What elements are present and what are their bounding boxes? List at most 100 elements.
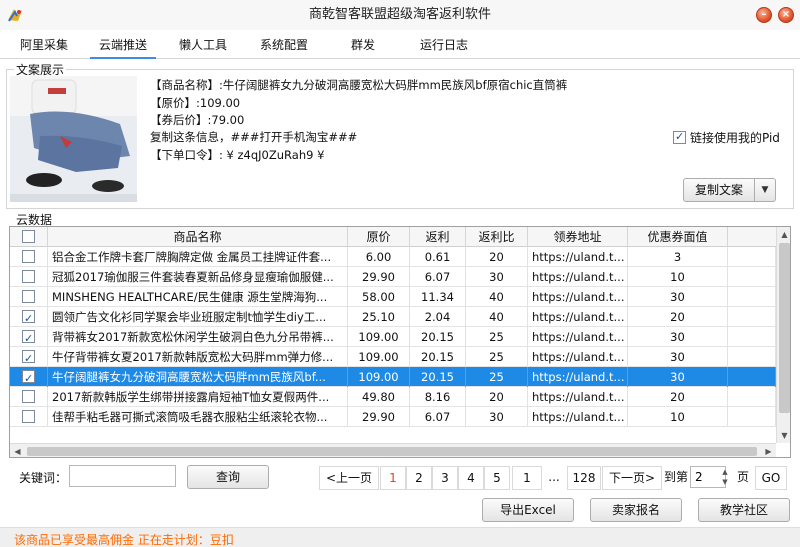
table-row[interactable]: 牛仔阔腿裤女九分破洞高腰宽松大码胖mm民族风bf...109.0020.1525…	[10, 367, 776, 387]
scroll-up-icon[interactable]: ▲	[777, 227, 790, 242]
go-button[interactable]: GO	[755, 466, 787, 490]
scroll-right-icon[interactable]: ▶	[761, 444, 776, 457]
cell-rebate-ratio: 20	[466, 387, 528, 407]
row-select-cell	[10, 367, 48, 387]
header-rebate[interactable]: 返利	[410, 227, 466, 247]
next-page-button[interactable]: 下一页>	[602, 466, 662, 490]
spin-up-icon[interactable]: ▲	[718, 467, 732, 477]
cell-rebate: 2.04	[410, 307, 466, 327]
cell-product-name: MINSHENG HEALTHCARE/民生健康 源生堂牌海狗...	[48, 287, 348, 307]
vertical-scrollbar[interactable]: ▲ ▼	[776, 227, 790, 443]
page-button-4[interactable]: 4	[458, 466, 484, 490]
tab-lazy-tools[interactable]: 懒人工具	[172, 31, 234, 59]
cell-product-name: 圆领广告文化衫同学聚会毕业班服定制t恤学生diy工...	[48, 307, 348, 327]
cell-price: 25.10	[348, 307, 410, 327]
table-row[interactable]: 铝合金工作牌卡套厂牌胸牌定做 金属员工挂牌证件套... 6.00 0.61 20 htt…	[10, 247, 776, 267]
tab-ali-collect[interactable]: 阿里采集	[12, 31, 76, 59]
page-button-3[interactable]: 3	[432, 466, 458, 490]
chevron-down-icon[interactable]: ▼	[754, 178, 776, 202]
row-checkbox[interactable]	[22, 390, 35, 403]
horizontal-scroll-thumb[interactable]	[27, 447, 757, 456]
table-row[interactable]: 佳帮手粘毛器可撕式滚筒吸毛器衣服粘尘纸滚轮衣物... 29.90 6.07 30 htt…	[10, 407, 776, 427]
cell-rebate: 20.15	[410, 327, 466, 347]
copy-line-coupon-price: 【券后价】:79.00	[150, 113, 245, 127]
header-coupon-url[interactable]: 领券地址	[528, 227, 628, 247]
tutorial-community-button[interactable]: 教学社区	[698, 498, 790, 522]
cell-filler	[728, 387, 776, 407]
tab-mass-send[interactable]: 群发	[336, 31, 390, 59]
goto-suffix-label: 页	[733, 466, 753, 490]
copy-line-instruction: 复制这条信息，###打开手机淘宝###	[150, 130, 358, 144]
page-button-last[interactable]: 128	[567, 466, 601, 490]
cell-coupon-url: https://uland.t...	[528, 347, 628, 367]
use-my-pid-checkbox[interactable]	[673, 130, 686, 144]
cell-rebate-ratio: 40	[466, 307, 528, 327]
scroll-left-icon[interactable]: ◀	[10, 444, 25, 457]
row-checkbox[interactable]	[22, 349, 35, 367]
table-row[interactable]: MINSHENG HEALTHCARE/民生健康 源生堂牌海狗... 58.00 1…	[10, 287, 776, 307]
cell-coupon-value: 10	[628, 407, 728, 427]
tab-cloud-push[interactable]: 云端推送	[90, 31, 156, 59]
prev-page-button[interactable]: <上一页	[319, 466, 379, 490]
cell-price: 109.00	[348, 327, 410, 347]
cell-coupon-value: 30	[628, 287, 728, 307]
cell-price: 29.90	[348, 407, 410, 427]
table-row[interactable]: 背带裤女2017新款宽松休闲学生破洞白色九分吊带裤...109.0020.152…	[10, 327, 776, 347]
page-button-first[interactable]: 1	[512, 466, 542, 490]
copy-line-name: 【商品名称】:牛仔阔腿裤女九分破洞高腰宽松大码胖mm民族风bf原宿chic直筒裤	[150, 78, 568, 92]
row-checkbox[interactable]	[22, 309, 35, 327]
table-row[interactable]: 圆领广告文化衫同学聚会毕业班服定制t恤学生diy工...25.102.0440h…	[10, 307, 776, 327]
page-button-1[interactable]: 1	[380, 466, 406, 490]
vertical-scroll-thumb[interactable]	[779, 243, 790, 413]
cell-filler	[728, 367, 776, 387]
header-product-name[interactable]: 商品名称	[48, 227, 348, 247]
cell-coupon-value: 10	[628, 267, 728, 287]
row-checkbox[interactable]	[22, 250, 35, 263]
close-button[interactable]: ×	[778, 7, 794, 23]
page-button-5[interactable]: 5	[484, 466, 510, 490]
keyword-label: 关键词：	[19, 471, 68, 485]
table-row[interactable]: 冠狐2017瑜伽服三件套装春夏新品修身显瘦瑜伽服健... 29.90 6.07 30 h…	[10, 267, 776, 287]
cell-rebate-ratio: 40	[466, 287, 528, 307]
row-checkbox[interactable]	[22, 270, 35, 283]
query-button[interactable]: 查询	[187, 465, 269, 489]
cell-rebate-ratio: 25	[466, 367, 528, 387]
product-image	[10, 76, 137, 202]
seller-signup-button[interactable]: 卖家报名	[590, 498, 682, 522]
export-excel-button[interactable]: 导出Excel	[482, 498, 574, 522]
cell-price: 58.00	[348, 287, 410, 307]
cell-rebate: 0.61	[410, 247, 466, 267]
tab-run-log[interactable]: 运行日志	[412, 31, 476, 59]
row-checkbox[interactable]	[22, 290, 35, 303]
copy-text-button[interactable]: 复制文案	[683, 178, 755, 202]
header-price[interactable]: 原价	[348, 227, 410, 247]
horizontal-scrollbar[interactable]: ◀ ▶	[10, 443, 776, 457]
cell-coupon-value: 30	[628, 367, 728, 387]
cell-rebate-ratio: 25	[466, 327, 528, 347]
copy-line-price: 【原价】:109.00	[150, 96, 241, 110]
table-row[interactable]: 2017新款韩版学生绑带拼接露肩短袖T恤女夏假两件... 49.80 8.16 20 h…	[10, 387, 776, 407]
row-checkbox[interactable]	[22, 329, 35, 347]
minimize-icon: –	[761, 9, 767, 20]
cell-filler	[728, 247, 776, 267]
spin-down-icon[interactable]: ▼	[718, 477, 732, 487]
cell-coupon-url: https://uland.t...	[528, 367, 628, 387]
select-all-checkbox[interactable]	[22, 230, 35, 243]
scroll-down-icon[interactable]: ▼	[777, 428, 790, 443]
tab-system-config[interactable]: 系统配置	[252, 31, 316, 59]
minimize-button[interactable]: –	[756, 7, 772, 23]
cell-product-name: 2017新款韩版学生绑带拼接露肩短袖T恤女夏假两件...	[48, 387, 348, 407]
row-checkbox[interactable]	[22, 369, 35, 387]
table-row[interactable]: 牛仔背带裤女夏2017新款韩版宽松大码胖mm弹力修...109.0020.152…	[10, 347, 776, 367]
use-my-pid-label: 链接使用我的Pid	[690, 131, 780, 145]
status-bar: 该商品已享受最高佣金 正在走计划：豆扣	[0, 527, 800, 547]
cell-rebate: 11.34	[410, 287, 466, 307]
keyword-input[interactable]	[69, 465, 176, 487]
header-filler	[728, 227, 776, 247]
cell-rebate: 6.07	[410, 407, 466, 427]
header-rebate-ratio[interactable]: 返利比	[466, 227, 528, 247]
header-coupon-value[interactable]: 优惠券面值	[628, 227, 728, 247]
page-button-2[interactable]: 2	[406, 466, 432, 490]
cell-coupon-value: 20	[628, 387, 728, 407]
row-checkbox[interactable]	[22, 410, 35, 423]
